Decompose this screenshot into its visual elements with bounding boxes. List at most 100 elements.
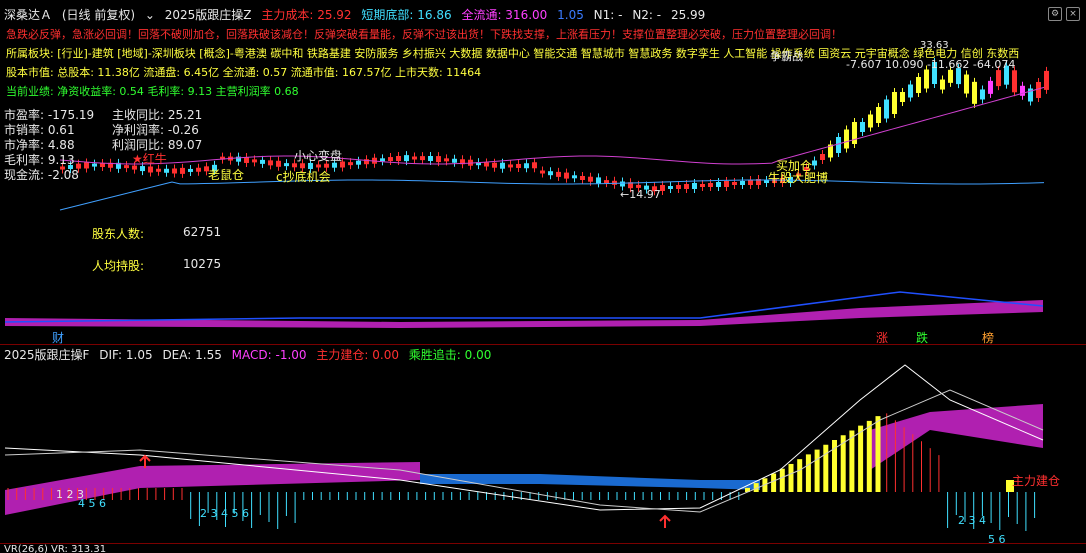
candle-body xyxy=(260,159,265,164)
candle-body xyxy=(740,181,745,185)
candle-body xyxy=(316,164,321,168)
candle-body xyxy=(708,183,713,187)
candle-body xyxy=(444,158,449,162)
candle-body xyxy=(532,162,537,169)
candle-body xyxy=(148,166,153,173)
zheng-ba-signal: 争霸战 xyxy=(770,50,803,63)
cash-flow: 现金流: -2.08 xyxy=(4,168,79,182)
candle-body xyxy=(700,184,705,187)
candle-body xyxy=(356,160,361,165)
candle-body xyxy=(556,171,561,177)
candle-body xyxy=(188,168,193,172)
candle-body xyxy=(692,183,697,189)
macd-right-nums: 2 3 4 xyxy=(958,514,986,527)
candle-body xyxy=(156,168,161,172)
candle-body xyxy=(92,163,97,167)
candle-body xyxy=(412,156,417,160)
candle-body xyxy=(940,79,945,90)
candle-body xyxy=(580,176,585,180)
candle-body xyxy=(500,162,505,169)
dif-value: DIF: 1.05 xyxy=(99,348,153,362)
candle-body xyxy=(548,171,553,176)
avg-holding-value: 10275 xyxy=(183,257,222,271)
niu-gu-signal: 牛股大肥博 xyxy=(768,171,829,185)
candle-body xyxy=(428,155,433,161)
candle-body xyxy=(252,159,257,163)
macd-right-nums-2: 5 6 xyxy=(988,533,1006,546)
performance-line: 当前业绩: 净资收益率: 0.54 毛利率: 9.13 主营利润率 0.68 xyxy=(6,85,299,98)
candle-body xyxy=(844,129,849,149)
candle-body xyxy=(1036,81,1041,98)
candle-body xyxy=(572,175,577,179)
candle-body xyxy=(868,114,873,128)
candle-body xyxy=(276,160,281,167)
chao-di-signal: c抄底机会 xyxy=(276,170,331,184)
candle-body xyxy=(620,181,625,187)
candle-body xyxy=(396,155,401,161)
candle-body xyxy=(876,107,881,123)
candle-body xyxy=(948,69,953,83)
candle-body xyxy=(516,163,521,168)
candle-body xyxy=(388,157,393,162)
candle-body xyxy=(84,162,89,169)
candle-body xyxy=(564,172,569,179)
candle-body xyxy=(180,167,185,174)
pane-divider-1[interactable] xyxy=(0,344,1086,345)
buy-arrow-up-2 xyxy=(659,514,671,528)
candle-body xyxy=(972,81,977,104)
candle-body xyxy=(924,69,929,89)
macd-indicator-name[interactable]: 2025版跟庄操F xyxy=(4,348,89,362)
macd-header: 2025版跟庄操F DIF: 1.05 DEA: 1.55 MACD: -1.0… xyxy=(4,346,497,363)
candle-body xyxy=(660,185,665,191)
candle-body xyxy=(732,182,737,185)
candle-body xyxy=(916,77,921,93)
candle-body xyxy=(892,92,897,114)
macd-cloud-right xyxy=(870,404,1043,470)
ma-line-blue xyxy=(59,179,1045,211)
hong-niu-signal: ★红牛 xyxy=(132,152,167,166)
candle-body xyxy=(164,168,169,173)
avg-holding-label: 人均持股: xyxy=(92,259,145,273)
candle-body xyxy=(508,164,513,168)
dea-value: DEA: 1.55 xyxy=(162,348,222,362)
candle-body xyxy=(676,185,681,189)
candle-body xyxy=(604,180,609,184)
alert-line: 急跌必反弹，急涨必回调！回落不破则加仓，回落跌破该减仓！反弹突破看量能，反弹不过… xyxy=(6,28,842,41)
candle-body xyxy=(908,84,913,98)
candle-body xyxy=(492,162,497,168)
candle-body xyxy=(436,156,441,163)
candle-body xyxy=(124,165,129,169)
chengsheng-value: 乘胜追击: 0.00 xyxy=(408,348,492,362)
market-value-line: 股本市值: 总股本: 11.38亿 流通盘: 6.45亿 全流通: 0.57 流… xyxy=(6,66,482,79)
candle-body xyxy=(724,181,729,187)
candle-body xyxy=(884,99,889,119)
macd-left-nums-2: 4 5 6 xyxy=(78,497,106,510)
candle-body xyxy=(900,92,905,102)
candle-body xyxy=(1044,70,1049,90)
candle-body xyxy=(716,182,721,187)
candle-body xyxy=(588,176,593,182)
candle-body xyxy=(748,180,753,185)
lao-shu-signal: 老鼠仓 xyxy=(208,168,245,182)
candle-body xyxy=(404,155,409,162)
shareholder-count-label: 股东人数: xyxy=(92,227,145,241)
candle-body xyxy=(836,137,841,153)
candle-body xyxy=(540,170,545,174)
candle-body xyxy=(380,158,385,162)
macd-value: MACD: -1.00 xyxy=(231,348,307,362)
candle-body xyxy=(668,186,673,189)
candle-body xyxy=(964,74,969,94)
low-price-label: ←14.97 xyxy=(620,188,661,201)
candle-body xyxy=(596,177,601,184)
candle-body xyxy=(1012,70,1017,93)
pane-divider-2[interactable] xyxy=(0,543,1086,544)
candle-body xyxy=(812,160,817,166)
right-values: -7.607 10.090 -11.662 -64.074 xyxy=(846,58,1016,71)
strip-band-magenta xyxy=(5,300,1043,328)
candle-body xyxy=(820,154,825,160)
candle-body xyxy=(268,160,273,166)
shareholder-count-value: 62751 xyxy=(183,225,222,239)
candle-body xyxy=(524,163,529,169)
high-price-label: 33.63 xyxy=(920,40,949,51)
macd-mid-nums: 2 3 4 5 6 xyxy=(200,507,249,520)
